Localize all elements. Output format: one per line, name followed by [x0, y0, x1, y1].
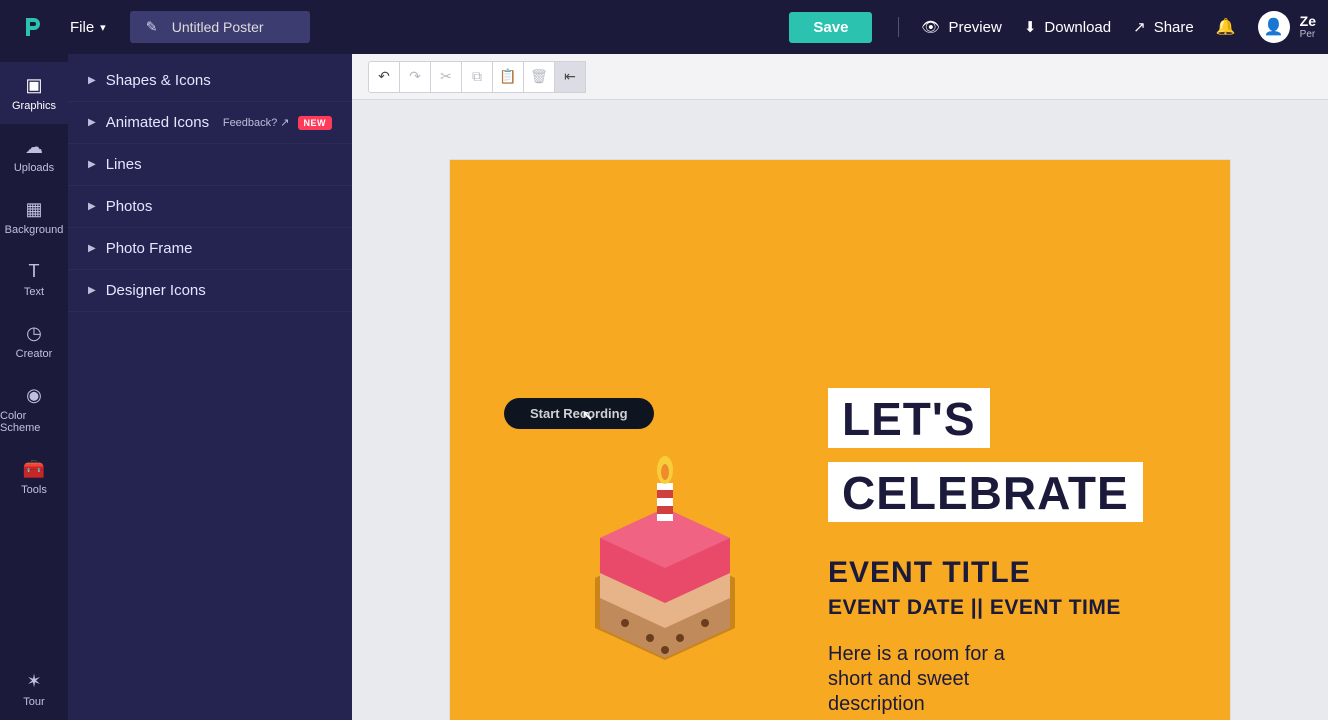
preview-label: Preview [948, 19, 1001, 36]
download-button[interactable]: ⬇ Download [1024, 18, 1111, 36]
category-label: Designer Icons [106, 282, 206, 299]
category-label: Photo Frame [106, 240, 193, 257]
new-badge: NEW [298, 116, 333, 130]
document-title[interactable]: Untitled Poster [130, 11, 310, 43]
graphics-icon: ▣ [23, 74, 45, 96]
chevron-right-icon: ▶ [88, 159, 96, 170]
share-label: Share [1154, 19, 1194, 36]
sidebar-item-tools[interactable]: 🧰 Tools [0, 446, 68, 508]
user-name: Ze [1300, 14, 1316, 29]
title-text: Untitled Poster [172, 19, 264, 35]
event-title: EVENT TITLE [828, 556, 1143, 590]
sidebar-item-background[interactable]: ▦ Background [0, 186, 68, 248]
stage[interactable]: + ⇞ 1 ⇟ ≣ ✕ ⚙ Start Recording ↖ [352, 100, 1328, 720]
paste-button[interactable]: 📋 [492, 61, 524, 93]
record-label: Start Recording [530, 406, 628, 421]
copy-button[interactable]: ⧉ [461, 61, 493, 93]
sidebar-item-text[interactable]: T Text [0, 248, 68, 310]
chevron-right-icon: ▶ [88, 117, 96, 128]
logo-icon [20, 15, 44, 39]
preview-button[interactable]: 👁 Preview [921, 18, 1001, 36]
headline-word-2: CELEBRATE [828, 462, 1143, 522]
chevron-down-icon: ▾ [100, 21, 106, 34]
category-label: Shapes & Icons [106, 72, 211, 89]
cake-graphic[interactable] [560, 428, 770, 688]
top-right-actions: 👁 Preview ⬇ Download ↗ Share 🔔 👤 Ze Per [898, 11, 1316, 43]
save-button[interactable]: Save [789, 12, 872, 43]
event-datetime: EVENT DATE || EVENT TIME [828, 596, 1143, 620]
undo-icon: ↶ [378, 68, 390, 85]
redo-icon: ↷ [409, 68, 421, 85]
event-description: Here is a room for a short and sweet des… [828, 642, 1038, 717]
sidebar-item-label: Text [24, 286, 44, 298]
start-recording-button[interactable]: Start Recording ↖ [504, 398, 654, 429]
tools-icon: 🧰 [23, 458, 45, 480]
cursor-icon: ↖ [582, 408, 593, 424]
panel-category[interactable]: ▶ Animated Icons Feedback? ↗ NEW [68, 102, 352, 144]
category-label: Animated Icons [106, 114, 209, 131]
sidebar-item-graphics[interactable]: ▣ Graphics [0, 62, 68, 124]
align-icon: ⇤ [564, 68, 576, 85]
file-menu[interactable]: File ▾ [60, 13, 116, 42]
tour-icon: ✶ [23, 670, 45, 692]
chevron-right-icon: ▶ [88, 285, 96, 296]
uploads-icon: ☁ [23, 136, 45, 158]
panel-category[interactable]: ▶ Photo Frame [68, 228, 352, 270]
sidebar: ▣ Graphics ☁ Uploads ▦ Background T Text ◷ Creato… [0, 54, 68, 720]
align-button[interactable]: ⇤ [554, 61, 586, 93]
sidebar-item-uploads[interactable]: ☁ Uploads [0, 124, 68, 186]
sidebar-item-label: Uploads [14, 162, 54, 174]
panel-category[interactable]: ▶ Lines [68, 144, 352, 186]
chevron-right-icon: ▶ [88, 75, 96, 86]
chevron-right-icon: ▶ [88, 243, 96, 254]
color-icon: ◉ [23, 384, 45, 406]
chevron-right-icon: ▶ [88, 201, 96, 212]
panel-category[interactable]: ▶ Designer Icons [68, 270, 352, 312]
feedback-link[interactable]: Feedback? ↗ [223, 116, 290, 129]
user-plan: Per [1300, 29, 1316, 40]
download-icon: ⬇ [1024, 18, 1037, 36]
sidebar-item-label: Creator [16, 348, 53, 360]
undo-button[interactable]: ↶ [368, 61, 400, 93]
share-icon: ↗ [1133, 18, 1146, 36]
text-icon: T [23, 260, 45, 282]
top-bar: File ▾ Untitled Poster Save 👁 Preview ⬇ … [0, 0, 1328, 54]
sidebar-item-color[interactable]: ◉ Color Scheme [0, 372, 68, 446]
share-button[interactable]: ↗ Share [1133, 18, 1194, 36]
poster-text-block[interactable]: LET'S CELEBRATE EVENT TITLE EVENT DATE |… [828, 388, 1143, 720]
sidebar-item-label: Graphics [12, 100, 56, 112]
background-icon: ▦ [23, 198, 45, 220]
download-label: Download [1044, 19, 1111, 36]
category-label: Lines [106, 156, 142, 173]
cut-button[interactable]: ✂ [430, 61, 462, 93]
poster-canvas[interactable]: Start Recording ↖ [450, 160, 1230, 720]
sidebar-item-label: Tour [23, 696, 44, 708]
paste-icon: 📋 [499, 68, 516, 85]
panel-category[interactable]: ▶ Photos [68, 186, 352, 228]
sidebar-item-label: Background [5, 224, 64, 236]
category-label: Photos [106, 198, 153, 215]
delete-icon: 🗑 [530, 68, 548, 85]
user-menu[interactable]: 👤 Ze Per [1258, 11, 1316, 43]
file-label: File [70, 19, 94, 36]
delete-button[interactable]: 🗑 [523, 61, 555, 93]
panel-category[interactable]: ▶ Shapes & Icons [68, 60, 352, 102]
graphics-panel: ◀ ▶Shapes & Icons▶Animated IconsFeedback… [68, 54, 352, 720]
avatar: 👤 [1258, 11, 1290, 43]
creator-icon: ◷ [23, 322, 45, 344]
edit-toolbar: ↶ ↷ ✂ ⧉ 📋 🗑 ⇤ [352, 54, 1328, 100]
app-logo [18, 13, 46, 41]
sidebar-item-creator[interactable]: ◷ Creator [0, 310, 68, 372]
cut-icon: ✂ [440, 68, 452, 85]
canvas-zone: ↶ ↷ ✂ ⧉ 📋 🗑 ⇤ + ⇞ 1 ⇟ ≣ ✕ ⚙ Start Recording ↖ [352, 54, 1328, 720]
sidebar-item-label: Color Scheme [0, 410, 68, 434]
copy-icon: ⧉ [472, 68, 482, 85]
sidebar-item-label: Tools [21, 484, 47, 496]
redo-button[interactable]: ↷ [399, 61, 431, 93]
eye-icon: 👁 [921, 18, 940, 36]
bell-icon[interactable]: 🔔 [1216, 17, 1236, 37]
sidebar-item-tour[interactable]: ✶ Tour [0, 658, 68, 720]
headline-word-1: LET'S [828, 388, 990, 448]
external-icon: ↗ [280, 116, 289, 129]
